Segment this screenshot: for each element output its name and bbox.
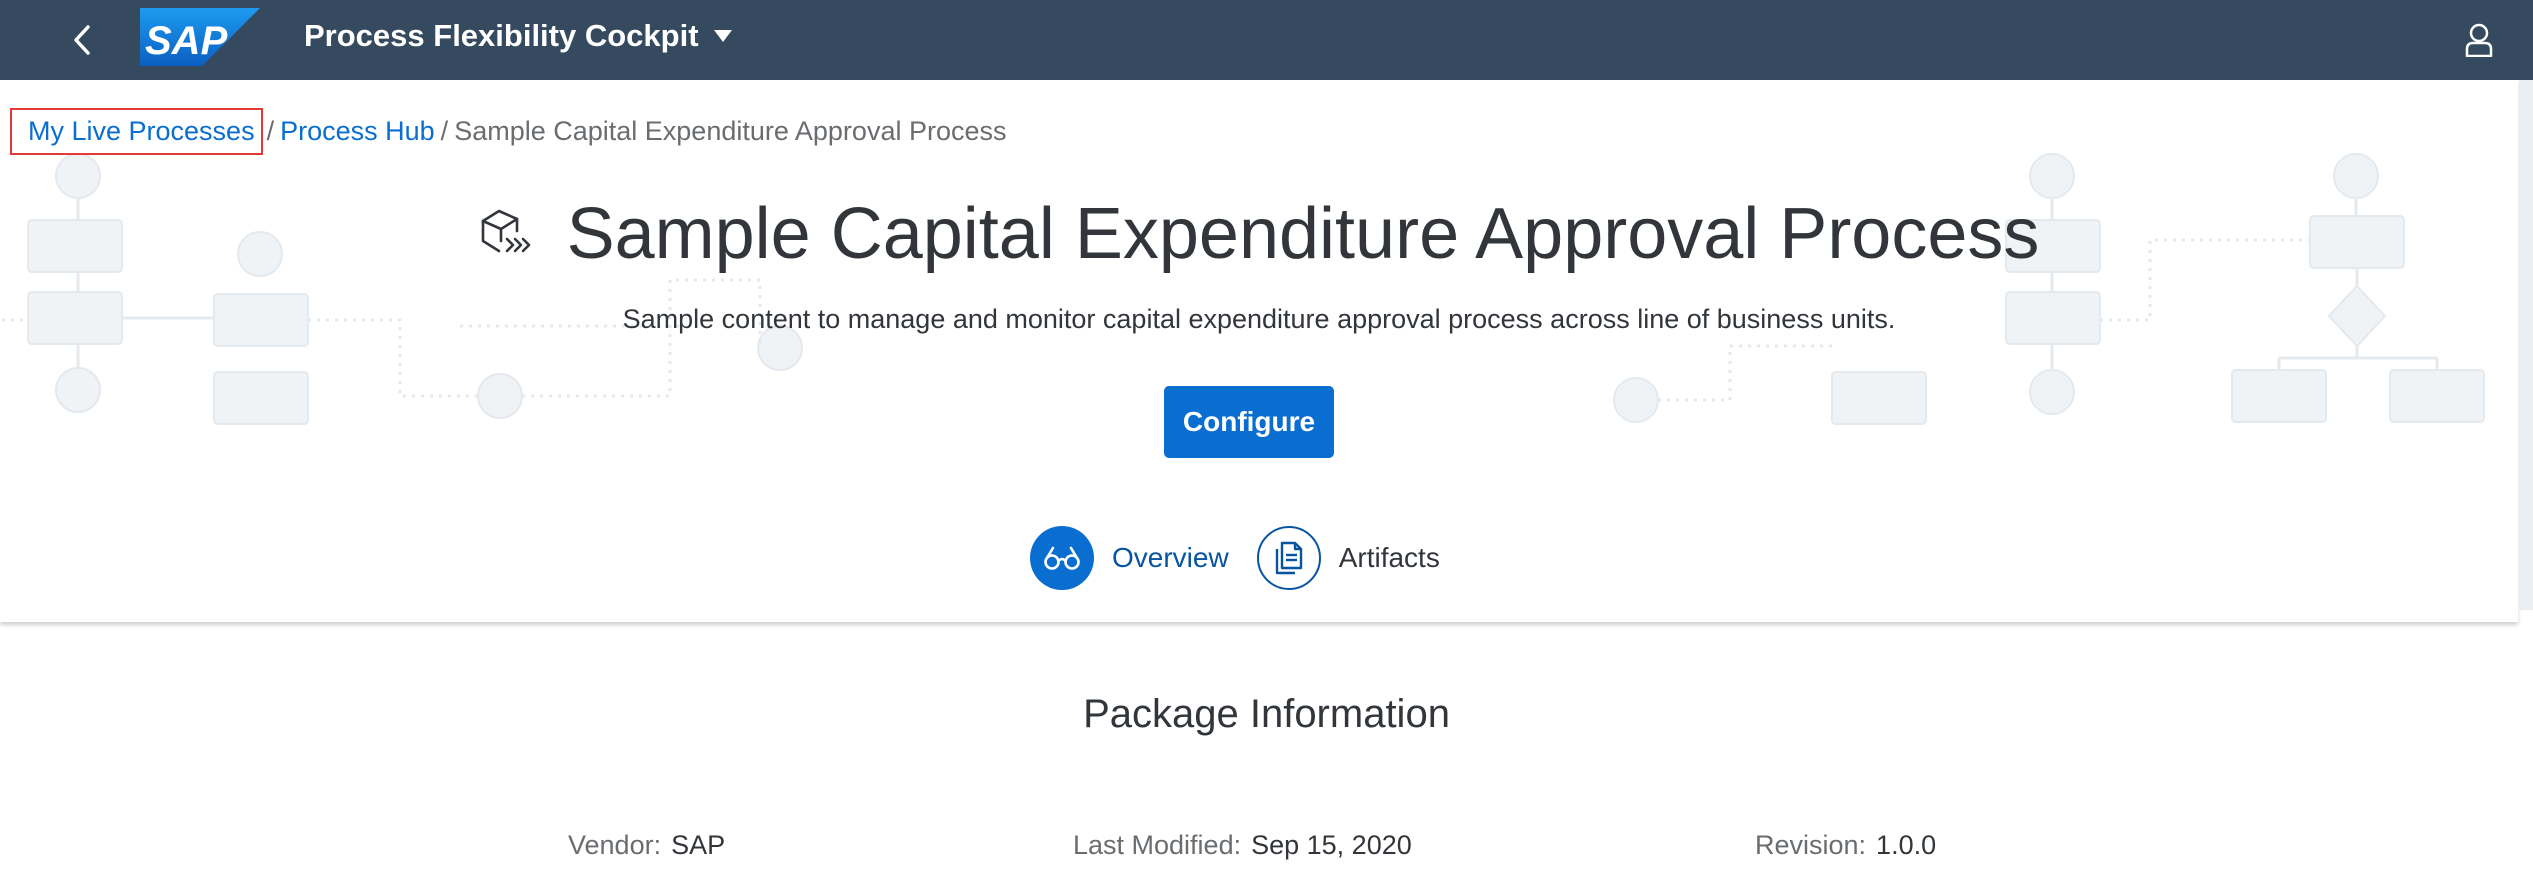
breadcrumb: My Live Processes / Process Hub / Sample… <box>10 108 1007 155</box>
object-page-header: My Live Processes / Process Hub / Sample… <box>0 80 2518 622</box>
chevron-left-icon <box>74 25 90 55</box>
page-subtitle: Sample content to manage and monitor cap… <box>622 304 1896 334</box>
shell-bar: SAP Process Flexibility Cockpit <box>0 0 2533 80</box>
tab-artifacts-label: Artifacts <box>1338 542 1440 573</box>
configure-button[interactable]: Configure <box>1164 386 1334 458</box>
package-information-title: Package Information <box>1083 692 1450 736</box>
sap-logo[interactable]: SAP <box>140 8 260 71</box>
caret-down-icon <box>713 30 732 42</box>
breadcrumb-separator: / <box>440 116 449 146</box>
user-profile-button[interactable] <box>2449 10 2509 70</box>
breadcrumb-link-my-live-processes[interactable]: My Live Processes <box>10 108 263 155</box>
vertical-scrollbar[interactable] <box>2519 80 2533 610</box>
tab-overview[interactable]: Overview <box>1030 526 1229 590</box>
user-icon <box>2465 23 2493 57</box>
page-title: Sample Capital Expenditure Approval Proc… <box>566 194 2040 274</box>
documents-icon <box>1275 541 1302 575</box>
tab-overview-label: Overview <box>1112 542 1229 573</box>
app-title-menu[interactable]: Process Flexibility Cockpit <box>304 0 733 72</box>
last-modified-label: Last Modified: <box>1073 830 1242 860</box>
app-title: Process Flexibility Cockpit <box>304 18 699 53</box>
tab-artifacts-icon-circle <box>1256 526 1321 590</box>
vendor-field: Vendor: SAP <box>568 830 725 861</box>
revision-label: Revision: <box>1755 830 1867 860</box>
icon-tab-bar: Overview Artifacts <box>1030 526 1440 590</box>
vendor-label: Vendor: <box>568 830 662 860</box>
process-package-icon <box>481 209 530 253</box>
last-modified-field: Last Modified: Sep 15, 2020 <box>1073 830 1412 861</box>
tab-artifacts[interactable]: Artifacts <box>1256 526 1440 590</box>
breadcrumb-link-process-hub[interactable]: Process Hub <box>280 116 435 147</box>
breadcrumb-separator: / <box>266 116 275 146</box>
back-button[interactable] <box>52 10 112 70</box>
svg-text:SAP: SAP <box>145 19 228 63</box>
title-row: Sample Capital Expenditure Approval Proc… <box>0 198 2518 270</box>
breadcrumb-current: Sample Capital Expenditure Approval Proc… <box>454 116 1007 146</box>
vendor-value: SAP <box>671 830 726 860</box>
glasses-icon <box>1044 546 1080 570</box>
tab-overview-icon-circle <box>1030 526 1094 590</box>
revision-field: Revision: 1.0.0 <box>1755 830 1936 861</box>
last-modified-value: Sep 15, 2020 <box>1251 830 1412 860</box>
revision-value: 1.0.0 <box>1876 830 1937 860</box>
